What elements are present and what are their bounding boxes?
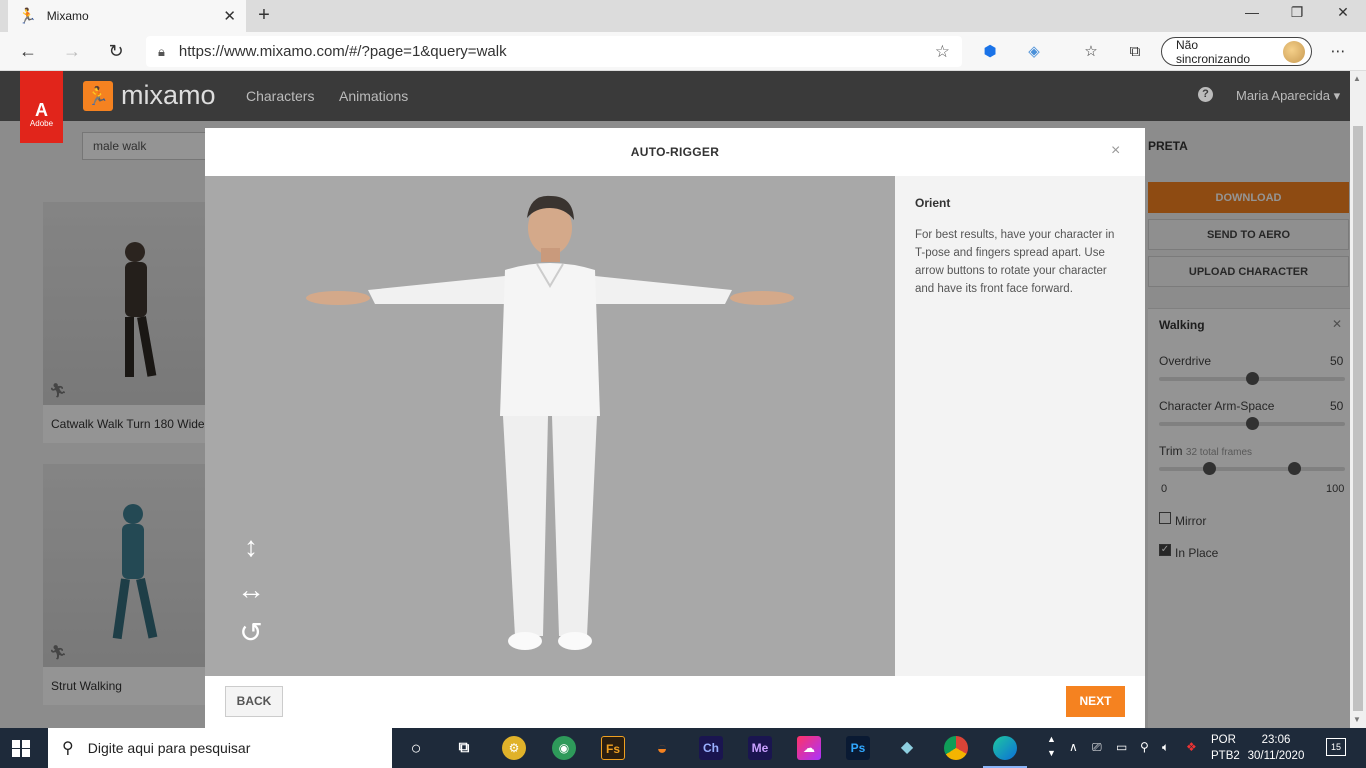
step-heading: Orient [915, 196, 951, 210]
taskbar-scroll-icon[interactable]: ▲ ▼ [1047, 732, 1056, 760]
url-text: https://www.mixamo.com/#/?page=1&query=w… [178, 43, 507, 60]
more-menu-icon[interactable]: ⋯ [1328, 42, 1348, 62]
browser-tab[interactable]: 🏃 Mixamo ✕ [8, 0, 246, 32]
keyboard-layout: PTB2 [1211, 750, 1240, 762]
search-icon: ⚲ [62, 740, 74, 757]
profile-button[interactable]: Não sincronizando [1161, 37, 1312, 66]
volume-icon[interactable]: 🔈︎ [1162, 740, 1169, 755]
dialog-footer: BACK NEXT [205, 676, 1145, 728]
tab-close-icon[interactable]: ✕ [223, 7, 236, 25]
favorite-star-icon[interactable]: ☆ [935, 42, 950, 62]
language-code: POR [1211, 734, 1236, 746]
cortana-icon[interactable]: ○ [404, 736, 428, 760]
adobe-logo[interactable]: A Adobe [20, 71, 63, 143]
scroll-down-icon[interactable]: ▼ [1353, 715, 1361, 724]
edge-icon[interactable] [983, 736, 1027, 768]
mixamo-favicon-icon: 🏃 [18, 8, 37, 25]
extension-shield-icon[interactable]: ⬢ [980, 42, 1000, 62]
app-icon-yellow[interactable]: ⚙ [502, 736, 526, 760]
language-indicator[interactable]: POR PTB2 [1211, 732, 1240, 764]
minimize-button[interactable]: — [1229, 4, 1275, 20]
nav-characters[interactable]: Characters [246, 88, 314, 104]
user-name: Maria Aparecida [1236, 88, 1330, 103]
windows-start-icon[interactable] [12, 740, 30, 757]
scroll-up-icon[interactable]: ▲ [1353, 74, 1361, 83]
scrollbar-thumb[interactable] [1353, 126, 1363, 711]
new-tab-button[interactable]: + [252, 4, 276, 28]
dialog-title: AUTO-RIGGER [630, 145, 720, 159]
app-icon-me[interactable]: Me [748, 736, 772, 760]
app-icon-ch[interactable]: Ch [699, 736, 723, 760]
tray-overflow-icon[interactable]: ∧ [1069, 740, 1078, 754]
3d-viewport[interactable]: ↕ ↔ ↺ [205, 176, 895, 676]
close-window-button[interactable]: ✕ [1320, 4, 1366, 21]
browser-toolbar: ← → ↻ 🔒︎ https://www.mixamo.com/#/?page=… [0, 32, 1366, 71]
forward-arrow-icon[interactable]: → [60, 40, 84, 64]
mixamo-logo-icon[interactable]: 🏃 [83, 81, 113, 111]
tray-app-icon[interactable]: ❖ [1186, 740, 1197, 754]
taskbar-search-placeholder: Digite aqui para pesquisar [87, 740, 251, 756]
lock-icon: 🔒︎ [158, 43, 165, 59]
favorites-icon[interactable]: ☆ [1081, 42, 1101, 62]
task-view-icon[interactable]: ⧉ [452, 736, 476, 760]
app-icon-ps[interactable]: Ps [846, 736, 870, 760]
page-scrollbar[interactable]: ▲ ▼ [1350, 71, 1366, 728]
move-horizontal-icon[interactable]: ↔ [233, 574, 269, 606]
move-vertical-icon[interactable]: ↕ [233, 531, 269, 563]
chrome-icon[interactable] [944, 736, 968, 760]
rotate-icon[interactable]: ↺ [233, 617, 269, 649]
extension-diamond-icon[interactable]: ◈ [1024, 42, 1044, 62]
camera-icon[interactable]: ⎚ [1092, 740, 1102, 755]
app-icon-fs[interactable]: Fs [601, 736, 625, 760]
battery-icon[interactable]: ▭ [1116, 740, 1127, 754]
restore-button[interactable]: ❐ [1274, 4, 1320, 21]
help-icon[interactable]: ? [1198, 87, 1213, 102]
tab-title: Mixamo [46, 9, 89, 23]
back-button[interactable]: BACK [225, 686, 283, 717]
clock-date: 30/11/2020 [1247, 750, 1305, 762]
refresh-icon[interactable]: ↻ [104, 40, 128, 64]
step-description: For best results, have your character in… [915, 229, 1115, 295]
site-header: 🏃 mixamo Characters Animations ? Maria A… [0, 71, 1350, 121]
dialog-close-icon[interactable]: × [1111, 142, 1120, 160]
system-clock[interactable]: 23:06 30/11/2020 [1243, 732, 1309, 764]
adobe-a-icon: A [35, 100, 48, 120]
taskbar: ⚲ Digite aqui para pesquisar ○ ⧉ ⚙ ◉ Fs … [0, 728, 1366, 768]
character-model [306, 195, 794, 650]
creative-cloud-icon[interactable]: ☁ [797, 736, 821, 760]
next-button[interactable]: NEXT [1066, 686, 1125, 717]
back-arrow-icon[interactable]: ← [16, 40, 40, 64]
user-menu[interactable]: Maria Aparecida ▾ [1236, 88, 1340, 104]
maps-icon[interactable]: ◉ [552, 736, 576, 760]
network-icon[interactable]: ⚲ [1140, 740, 1149, 754]
taskbar-search[interactable]: ⚲ Digite aqui para pesquisar [48, 728, 392, 768]
app-icon-blue[interactable]: ◆ [895, 736, 919, 760]
site-logo-text[interactable]: mixamo [121, 80, 216, 111]
nav-animations[interactable]: Animations [339, 88, 408, 104]
profile-label: Não sincronizando [1176, 37, 1251, 66]
notifications-icon[interactable]: 15 [1326, 738, 1346, 756]
avatar [1283, 40, 1305, 63]
tab-strip: 🏃 Mixamo ✕ + — ❐ ✕ [0, 0, 1366, 32]
blender-icon[interactable]: ◒ [650, 736, 674, 760]
auto-rigger-dialog: AUTO-RIGGER × ↕ ↔ ↺ Orient For best resu… [205, 128, 1145, 728]
clock-time: 23:06 [1261, 734, 1291, 746]
collections-icon[interactable]: ⧉ [1125, 42, 1145, 62]
address-bar[interactable]: 🔒︎ https://www.mixamo.com/#/?page=1&quer… [146, 36, 962, 67]
adobe-label: Adobe [29, 119, 54, 128]
instructions-panel: Orient For best results, have your chara… [895, 176, 1145, 676]
